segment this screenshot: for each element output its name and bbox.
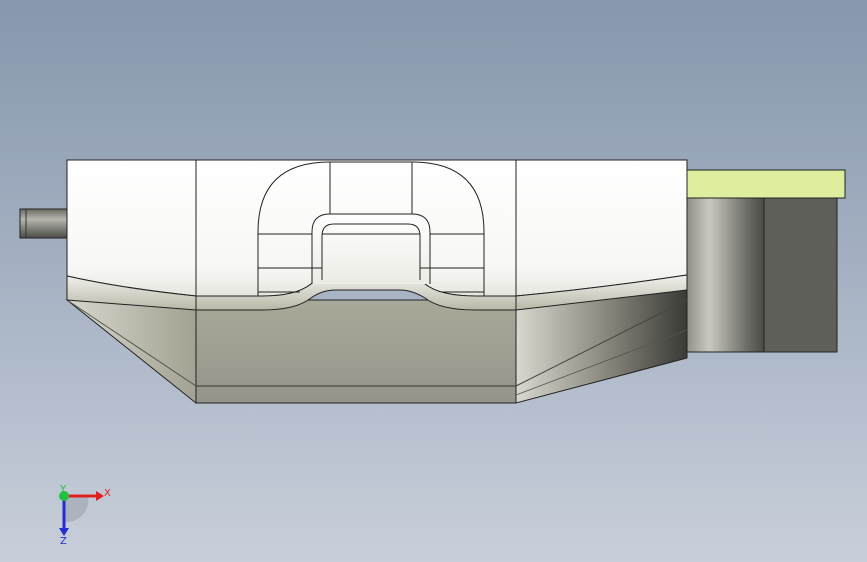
mount-tab <box>685 169 846 199</box>
y-axis-label: Y <box>59 484 67 495</box>
z-arrowhead <box>59 528 69 536</box>
model-view[interactable] <box>0 0 867 562</box>
left-pin <box>19 208 69 239</box>
x-axis-label: X <box>104 488 111 499</box>
axis-triad: X Y Z <box>59 484 111 546</box>
z-axis-label: Z <box>60 536 67 546</box>
right-mount-block <box>685 169 846 353</box>
triad-plane-shading <box>64 496 89 523</box>
x-arrowhead <box>96 491 104 501</box>
cad-viewport[interactable]: X Y Z <box>0 0 867 562</box>
